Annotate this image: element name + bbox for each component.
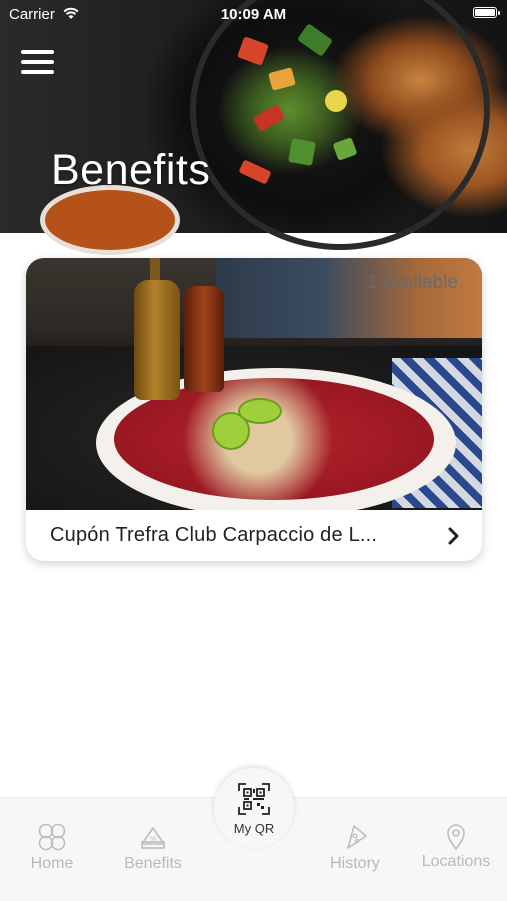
chevron-right-icon bbox=[448, 527, 459, 545]
qr-code-icon bbox=[238, 783, 270, 815]
tab-my-qr-label: My QR bbox=[233, 821, 275, 836]
availability-badge: 1 available bbox=[367, 272, 458, 293]
status-bar: Carrier 10:09 AM bbox=[0, 0, 507, 28]
page-title: Benefits bbox=[51, 146, 211, 194]
benefit-image: 1 available bbox=[26, 258, 482, 510]
header-banner: Benefits bbox=[0, 0, 507, 255]
battery-icon bbox=[473, 7, 500, 18]
soup-bowl-decoration bbox=[40, 185, 180, 255]
benefit-card[interactable]: 1 available Cupón Trefra Club Carpaccio … bbox=[26, 258, 482, 561]
home-icon bbox=[38, 823, 66, 851]
header-plate-decoration bbox=[190, 0, 490, 250]
tab-locations-label: Locations bbox=[421, 853, 491, 870]
benefit-card-footer: Cupón Trefra Club Carpaccio de L... bbox=[26, 510, 482, 561]
history-icon bbox=[347, 825, 367, 849]
tab-history[interactable]: History bbox=[313, 798, 397, 901]
tab-benefits[interactable]: % Benefits bbox=[110, 798, 196, 901]
clock: 10:09 AM bbox=[220, 6, 287, 23]
tab-locations[interactable]: Locations bbox=[412, 798, 500, 901]
tab-history-label: History bbox=[330, 855, 380, 872]
tab-home-label: Home bbox=[30, 855, 74, 872]
benefits-icon: % bbox=[141, 827, 165, 849]
tab-benefits-label: Benefits bbox=[124, 855, 182, 872]
location-pin-icon bbox=[447, 824, 465, 851]
hamburger-menu-icon[interactable] bbox=[21, 48, 55, 76]
tab-home[interactable]: Home bbox=[10, 798, 94, 901]
benefit-title: Cupón Trefra Club Carpaccio de L... bbox=[50, 524, 378, 546]
tab-my-qr[interactable]: My QR bbox=[214, 768, 294, 848]
svg-text:%: % bbox=[150, 836, 156, 843]
